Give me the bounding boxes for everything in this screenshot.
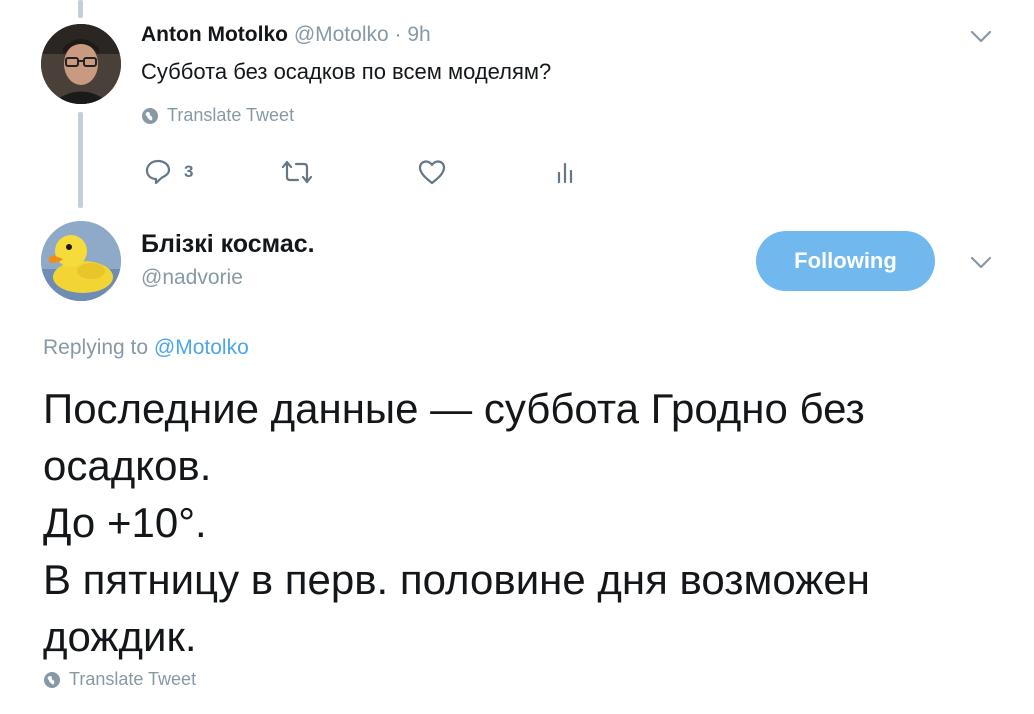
author-handle[interactable]: @nadvorie — [141, 263, 243, 293]
retweet-icon — [281, 160, 313, 184]
globe-icon — [44, 671, 60, 688]
avatar[interactable] — [41, 221, 121, 301]
chevron-down-icon[interactable] — [970, 256, 992, 270]
reply-count: 3 — [184, 162, 194, 181]
author-name[interactable]: Anton Motolko — [141, 23, 288, 46]
main-tweet-text: Последние данные — суббота Гродно без ос… — [43, 385, 870, 660]
translate-tweet-link[interactable]: Translate Tweet — [43, 669, 196, 690]
translate-label: Translate Tweet — [69, 669, 197, 689]
like-button[interactable] — [417, 152, 447, 192]
heart-icon — [418, 160, 446, 185]
translate-label: Translate Tweet — [167, 105, 295, 125]
retweet-button[interactable] — [281, 152, 313, 192]
following-button[interactable]: Following — [756, 231, 935, 291]
replying-to: Replying to @Motolko — [43, 333, 249, 363]
analytics-button[interactable] — [555, 152, 575, 192]
reply-tweet-header: Anton Motolko @Motolko · 9h — [141, 20, 431, 50]
replying-mention-link[interactable]: @Motolko — [154, 336, 249, 359]
reply-icon — [145, 159, 171, 185]
chevron-down-icon[interactable] — [970, 30, 992, 44]
analytics-icon — [557, 162, 573, 184]
thread-line-top — [78, 0, 83, 18]
avatar-photo — [41, 24, 121, 104]
rubber-duck-avatar — [41, 221, 121, 301]
header-separator: · — [394, 23, 402, 46]
tweet-time[interactable]: 9h — [407, 23, 430, 46]
author-name[interactable]: Блізкі космас. — [141, 228, 315, 260]
avatar[interactable] — [41, 24, 121, 104]
author-handle[interactable]: @Motolko — [294, 23, 389, 46]
thread-line-middle — [78, 112, 83, 208]
globe-icon — [142, 107, 158, 124]
translate-tweet-link[interactable]: Translate Tweet — [141, 105, 294, 126]
replying-prefix: Replying to — [43, 336, 149, 359]
tweet-action-bar: 3 — [141, 152, 601, 192]
reply-button[interactable]: 3 — [144, 152, 193, 192]
reply-tweet-text: Суббота без осадков по всем моделям? — [141, 59, 552, 84]
